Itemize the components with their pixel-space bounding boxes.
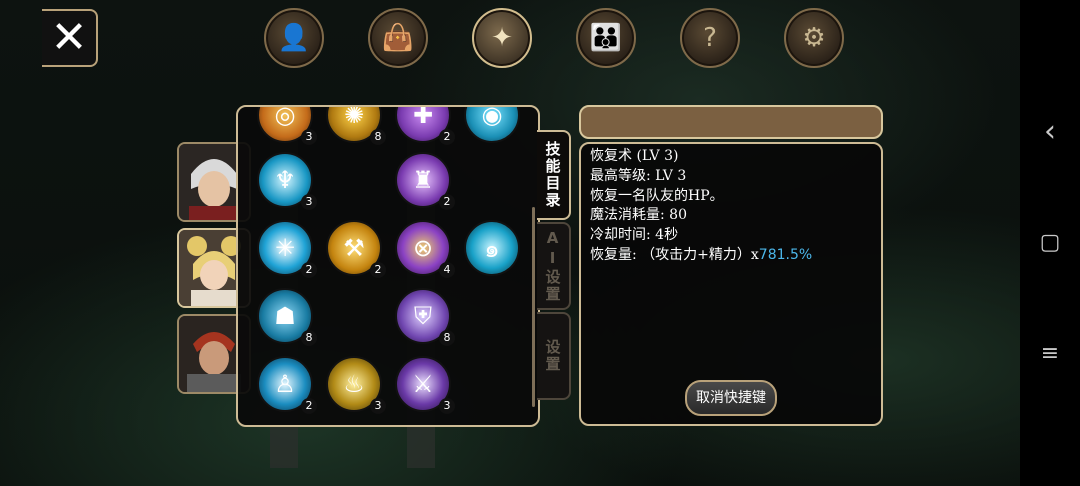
tab-ai-settings[interactable]: AI设置 — [537, 222, 571, 310]
skill-cooldown: 冷却时间: 4秒 — [590, 227, 679, 244]
skill-level-badge: 2 — [301, 262, 317, 278]
skill-level-badge: 3 — [370, 398, 386, 414]
skill-heal-amount: 恢复量: （攻击力+精力）x781.5% — [590, 246, 812, 266]
heal-wings-skill-icon[interactable]: ♆ 3 — [257, 152, 317, 210]
skill-level-badge: 3 — [439, 398, 455, 414]
ice-star-skill-icon[interactable]: ✳ 2 — [257, 220, 317, 278]
settings-gear-icon[interactable]: ⚙ — [784, 8, 844, 68]
heal-amount-label: 恢复量: （攻击力+精力）x — [590, 246, 759, 263]
home-icon[interactable]: ▢ — [1020, 223, 1080, 263]
skill-list-panel: ◎ 3 ✺ 8 ✚ 2 ◉ ♆ 3 ♜ 2 ✳ 2 ⚒ 2 ⊗ 4 ๑ ☗ 8 ⛨ 8 ♙ 2 ♨ 3 … — [236, 105, 540, 427]
purple-rune-skill-icon[interactable]: ✚ 2 — [395, 107, 455, 145]
skill-level-badge: 8 — [439, 330, 455, 346]
character-icon[interactable]: 👤 — [264, 8, 324, 68]
tab-settings[interactable]: 设置 — [537, 312, 571, 400]
tab-skill-catalog[interactable]: 技能目录 — [537, 130, 571, 220]
skill-level-badge: 2 — [370, 262, 386, 278]
purple-sword-skill-icon[interactable]: ⚔ 3 — [395, 356, 455, 414]
skills-icon[interactable]: ✦ — [472, 8, 532, 68]
skill-level-badge: 8 — [370, 129, 386, 145]
close-button[interactable]: ✕ — [42, 9, 98, 67]
party-icon[interactable]: 👪 — [576, 8, 636, 68]
purple-armor-skill-icon[interactable]: ♜ 2 — [395, 152, 455, 210]
cancel-shortcut-button[interactable]: 取消快捷键 — [685, 380, 777, 416]
back-icon[interactable]: ‹ — [1020, 112, 1080, 152]
cyan-orb-skill-icon[interactable]: ◉ — [464, 107, 520, 143]
skill-detail-panel: 恢复术 (LV 3) 最高等级: LV 3 恢复一名队友的HP。 魔法消耗量: … — [579, 142, 883, 426]
skill-name-bar — [579, 105, 883, 139]
bag-icon[interactable]: 👜 — [368, 8, 428, 68]
skill-level-badge: 4 — [439, 262, 455, 278]
skill-level-badge: 8 — [301, 330, 317, 346]
fire-burst-skill-icon[interactable]: ✺ 8 — [326, 107, 386, 145]
skill-level-badge: 3 — [301, 194, 317, 210]
holy-shield-skill-icon[interactable]: ⛨ 8 — [395, 288, 455, 346]
skill-level-badge: 2 — [439, 194, 455, 210]
skill-mana-cost: 魔法消耗量: 80 — [590, 207, 687, 224]
skill-max-level: 最高等级: LV 3 — [590, 167, 687, 184]
system-navbar: ‹ ▢ ≡ — [1020, 0, 1080, 486]
skill-description: 恢复一名队友的HP。 — [590, 187, 724, 204]
cyan-wind-skill-icon[interactable]: ๑ — [464, 220, 520, 276]
orange-ring-skill-icon[interactable]: ◎ 3 — [257, 107, 317, 145]
heal-amount-value: 781.5% — [758, 246, 813, 263]
skill-level-badge: 2 — [301, 398, 317, 414]
golden-hammer-skill-icon[interactable]: ⚒ 2 — [326, 220, 386, 278]
skill-list-scrollbar[interactable] — [532, 207, 535, 407]
purple-target-skill-icon[interactable]: ⊗ 4 — [395, 220, 455, 278]
ice-guardian-skill-icon[interactable]: ☗ 8 — [257, 288, 317, 346]
skill-level-badge: 2 — [439, 129, 455, 145]
skill-name-level: 恢复术 (LV 3) — [590, 148, 679, 164]
golden-aura-skill-icon[interactable]: ♨ 3 — [326, 356, 386, 414]
skill-level-badge: 3 — [301, 129, 317, 145]
quest-scroll-icon[interactable]: ? — [680, 8, 740, 68]
menu-icon[interactable]: ≡ — [1020, 334, 1080, 374]
ice-spirit-skill-icon[interactable]: ♙ 2 — [257, 356, 317, 414]
